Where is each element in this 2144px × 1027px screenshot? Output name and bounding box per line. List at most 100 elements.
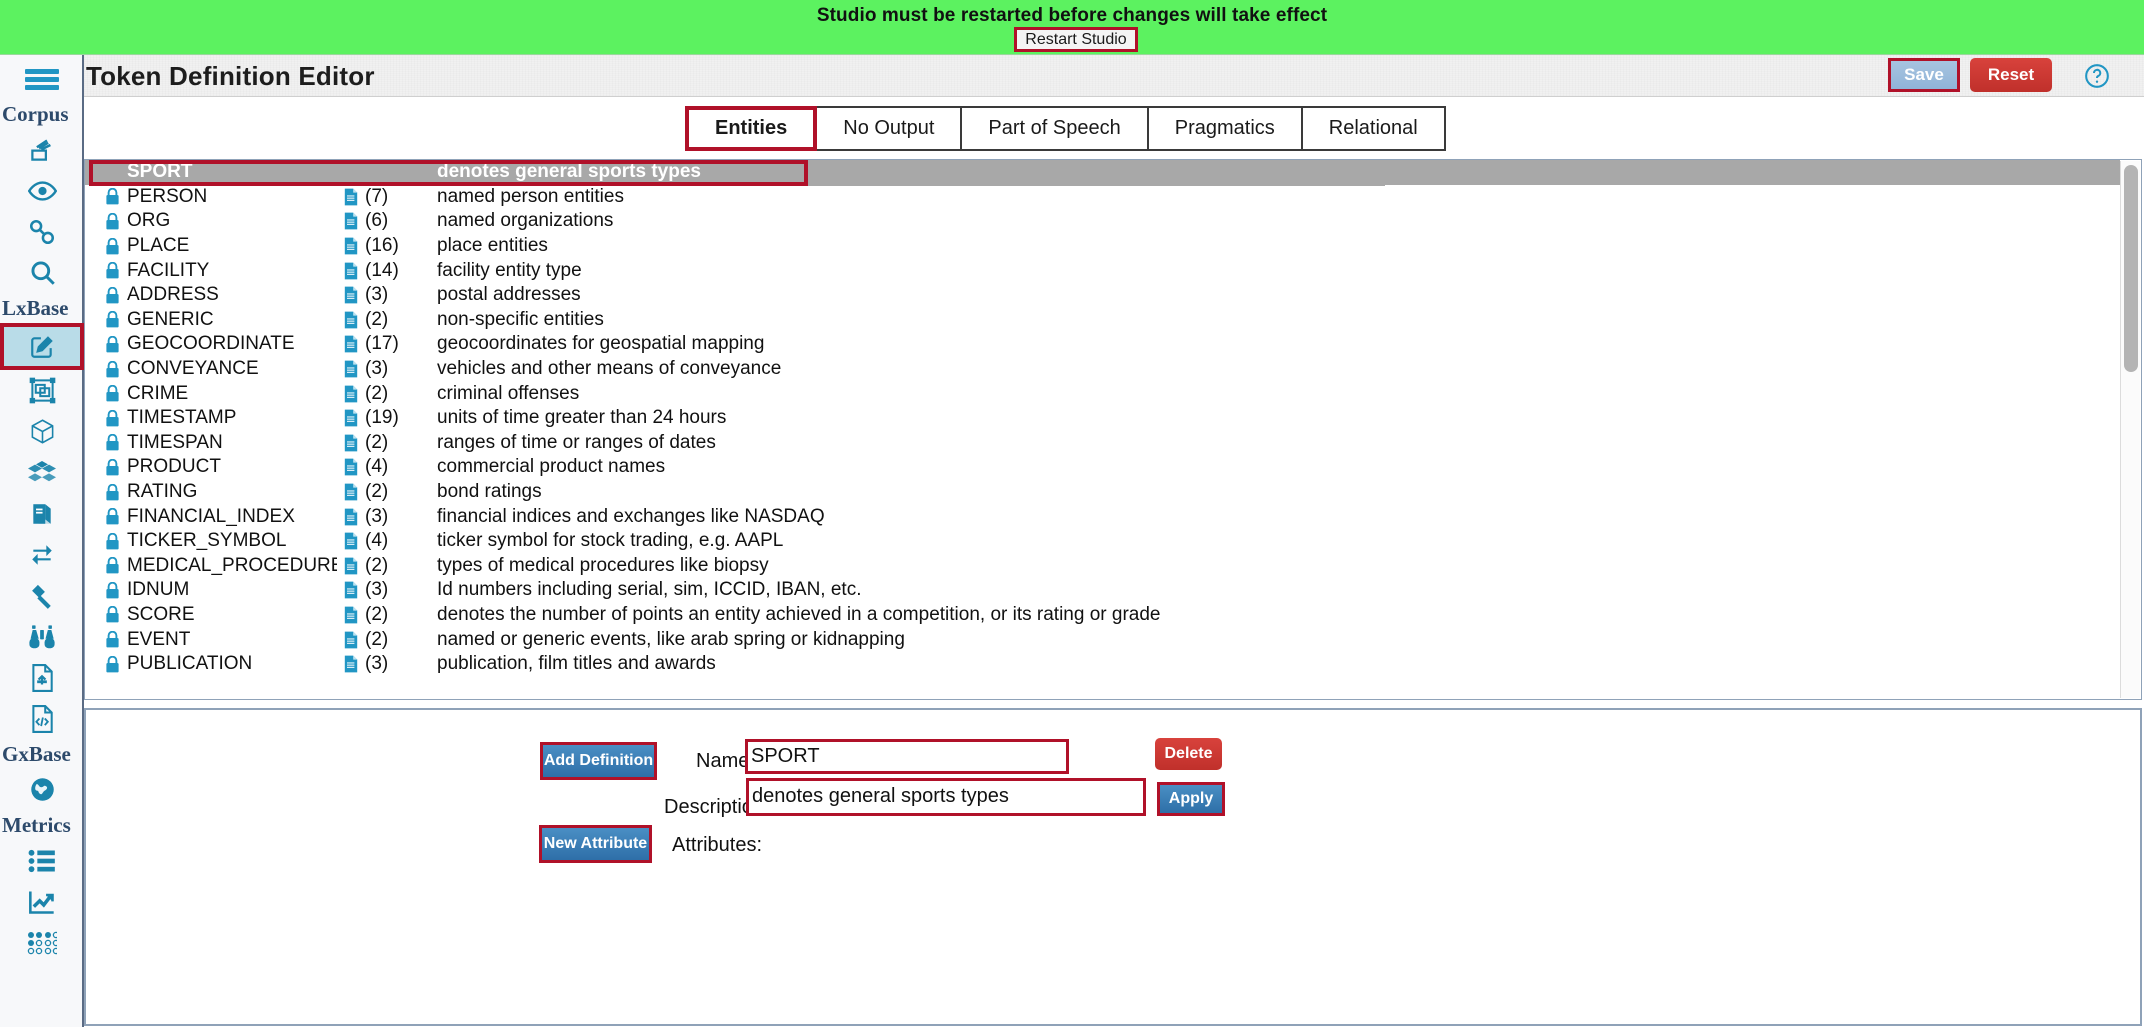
sidebar-item-token-definition-editor[interactable] [0,323,84,370]
document-icon [337,188,365,206]
restart-banner-message: Studio must be restarted before changes … [816,5,1328,26]
definition-name: SCORE [127,603,195,625]
sidebar-item-lxbase-inspect[interactable] [0,616,84,657]
sidebar-item-lxbase-rules[interactable] [0,575,84,616]
definition-row[interactable]: IDNUM (3) Id numbers including serial, sim… [85,578,2120,603]
sidebar-item-lxbase-blocks[interactable] [0,452,84,493]
lock-icon [97,262,127,279]
sidebar-item-lxbase-code[interactable] [0,698,84,739]
definition-row[interactable]: CONVEYANCE (3) vehicles and other means of… [85,357,2120,382]
add-definition-button[interactable]: Add Definition [540,742,657,780]
definition-count: (3) [365,358,389,380]
binoculars-icon [28,624,56,650]
definition-row[interactable]: SCORE (2) denotes the number of points an … [85,603,2120,628]
hamburger-menu-icon[interactable] [0,55,84,99]
definition-row[interactable]: MEDICAL_PROCEDURE (2) types of medical pro… [85,554,2120,579]
definition-row[interactable]: TIMESTAMP (19) units of time greater than … [85,406,2120,431]
pencil-edit-icon [29,334,55,360]
definition-row[interactable]: ORG (6) named organizations [85,209,2120,234]
definition-count: (16) [365,235,399,257]
definition-row[interactable]: PRODUCT (4) commercial product names [85,455,2120,480]
definition-row[interactable]: FINANCIAL_INDEX (3) financial indices and … [85,504,2120,529]
definition-row[interactable]: EVENT (2) named or generic events, like ar… [85,627,2120,652]
scrollbar-thumb[interactable] [2124,165,2138,372]
document-icon [337,631,365,649]
definition-row[interactable]: RATING (2) bond ratings [85,480,2120,505]
tab-no-output[interactable]: No Output [815,106,963,151]
restart-studio-button[interactable]: Restart Studio [1014,27,1138,52]
tab-entities[interactable]: Entities [685,106,818,151]
document-icon [337,311,365,329]
definition-row[interactable]: GENERIC (2) non-specific entities [85,308,2120,333]
definition-count: (2) [365,554,389,576]
sidebar-item-corpus-view[interactable] [0,170,84,211]
sidebar-item-lxbase-import[interactable] [0,657,84,698]
definition-count: (14) [365,259,399,281]
definition-name: FINANCIAL_INDEX [127,505,295,527]
sidebar-item-lxbase-package[interactable] [0,411,84,452]
definition-row[interactable]: GEOCOORDINATE (17) geocoordinates for geos… [85,332,2120,357]
sidebar-item-lxbase-layers[interactable] [0,370,84,411]
lock-icon [97,458,127,476]
definition-description: named person entities [437,185,624,207]
definition-description: geocoordinates for geospatial mapping [437,333,765,355]
definition-row[interactable]: PUBLICATION (3) publication, film titles a… [85,652,2120,677]
definition-row[interactable]: PERSON (7) named person entities [85,185,2120,210]
sidebar-item-corpus-documents[interactable] [0,129,84,170]
definition-name: TIMESPAN [127,431,223,453]
sidebar-item-gxbase-globe[interactable] [0,769,84,810]
definition-row[interactable]: PLACE (16) place entities [85,234,2120,259]
definition-description: facility entity type [437,259,582,281]
save-button[interactable]: Save [1888,58,1960,92]
definition-row[interactable]: CRIME (2) criminal offenses [85,381,2120,406]
definition-description: non-specific entities [437,308,604,330]
tab-relational[interactable]: Relational [1300,106,1446,151]
help-circle-icon[interactable] [2084,63,2110,89]
sidebar-item-metrics-chart[interactable] [0,881,84,922]
definition-description: Id numbers including serial, sim, ICCID,… [437,579,862,601]
lock-icon [97,212,127,230]
lock-icon [97,385,127,402]
tab-pragmatics[interactable]: Pragmatics [1146,106,1303,151]
definition-name: PERSON [127,185,208,207]
document-icon [337,606,365,624]
sidebar-item-lxbase-sync[interactable] [0,534,84,575]
definition-row[interactable]: FACILITY (14) facility entity type [85,258,2120,283]
globe-icon [29,776,56,803]
sidebar-item-metrics-list[interactable] [0,840,84,881]
selection-highlight-extension [808,160,1385,186]
definition-row[interactable]: ADDRESS (3) postal addresses [85,283,2120,308]
definition-row[interactable]: TIMESPAN (2) ranges of time or ranges of d… [85,431,2120,456]
document-icon [337,335,365,353]
lock-icon [97,655,127,673]
lock-icon [97,631,127,648]
definition-description: types of medical procedures like biopsy [437,554,769,576]
reset-button[interactable]: Reset [1970,58,2052,92]
definition-list-rows: SPORT denotes general sports types PERSON (… [85,160,2120,699]
sidebar-item-corpus-links[interactable] [0,211,84,252]
definition-row[interactable]: TICKER_SYMBOL (4) ticker symbol for stock … [85,529,2120,554]
definition-name: EVENT [127,628,191,650]
definition-count: (2) [365,308,389,330]
definition-row[interactable]: SPORT denotes general sports types [85,160,2120,186]
document-icon [337,458,365,476]
definition-description: units of time greater than 24 hours [437,407,727,429]
file-code-icon [29,704,55,733]
sidebar-item-lxbase-lexicon[interactable] [0,493,84,534]
definition-description: named organizations [437,210,614,232]
sidebar-item-corpus-search[interactable] [0,252,84,293]
new-attribute-button[interactable]: New Attribute [539,825,652,863]
lock-icon [97,188,127,205]
definition-count: (4) [365,456,389,478]
document-lines-icon [29,136,56,163]
sidebar-item-metrics-grid[interactable] [0,922,84,963]
lock-icon [97,581,127,599]
apply-button[interactable]: Apply [1157,782,1225,816]
definition-count: (6) [365,210,389,232]
name-input[interactable] [745,739,1069,774]
definition-list-scrollbar[interactable] [2120,161,2140,698]
description-input[interactable]: denotes general sports types [746,778,1146,816]
delete-button[interactable]: Delete [1155,738,1222,770]
definition-count: (2) [365,628,389,650]
tab-part-of-speech[interactable]: Part of Speech [960,106,1149,151]
